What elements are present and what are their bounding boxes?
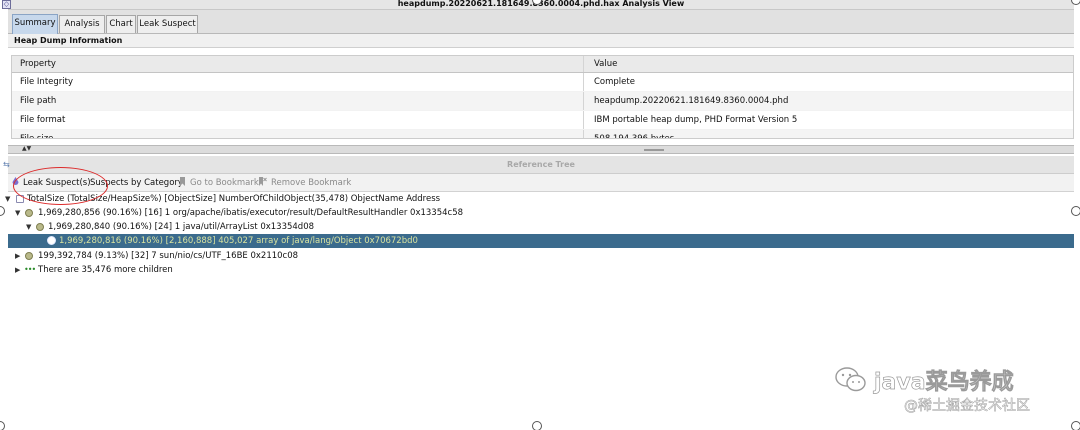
tree-node-label: 1,969,280,840 (90.16%) [24] 1 java/util/… — [48, 222, 315, 232]
tab-bar: Summary Analysis Chart Leak Suspect — [8, 10, 1074, 34]
remove-bookmark-icon — [259, 177, 267, 186]
reference-tree-title: Reference Tree — [507, 160, 575, 169]
tab-leak-suspect[interactable]: Leak Suspect — [137, 15, 198, 33]
object-node-icon — [36, 223, 44, 231]
heap-info-table: Property Value File Integrity Complete F… — [11, 55, 1074, 139]
expand-arrow-icon[interactable]: ▶ — [15, 249, 20, 263]
resize-handle-right[interactable] — [1071, 206, 1080, 216]
property-cell: File format — [12, 111, 584, 129]
resize-handle-bottom[interactable] — [532, 421, 542, 430]
more-dots-icon: ••• — [24, 265, 36, 274]
tree-toolbar: Leak Suspect(s) Suspects by Category Go … — [8, 174, 1074, 192]
collapse-arrows-icon[interactable]: ▲▼ — [22, 145, 31, 152]
suspects-by-category-button[interactable]: Suspects by Category — [90, 174, 183, 192]
go-to-bookmark-button[interactable]: Go to Bookmark — [179, 174, 259, 192]
reference-tree-header: ⇆ Reference Tree — [3, 156, 1074, 174]
tree-node-label: TotalSize (TotalSize/HeapSize%) [ObjectS… — [27, 194, 441, 204]
value-cell: 508,194,396 bytes — [594, 134, 675, 139]
table-row[interactable]: File format IBM portable heap dump, PHD … — [12, 111, 1073, 130]
watermark-source: @稀土掘金技术社区 — [904, 398, 1031, 415]
object-node-icon — [25, 252, 33, 260]
resize-handle-left[interactable] — [0, 206, 5, 216]
tab-summary[interactable]: Summary — [12, 14, 58, 34]
resize-handle-bottom-right[interactable] — [1071, 421, 1080, 430]
expand-arrow-icon[interactable]: ▶ — [15, 263, 20, 277]
resize-handle-bottom-left[interactable] — [0, 421, 5, 430]
property-cell: File path — [12, 92, 584, 110]
go-to-bookmark-label: Go to Bookmark — [190, 178, 259, 188]
tree-node[interactable]: ▼ 1,969,280,856 (90.16%) [16] 1 org/apac… — [8, 206, 1074, 220]
collapse-arrow-icon[interactable]: ▼ — [26, 220, 31, 234]
leak-suspects-button[interactable]: Leak Suspect(s) — [12, 174, 91, 192]
tree-node-root[interactable]: ▼ TotalSize (TotalSize/HeapSize%) [Objec… — [5, 192, 1074, 206]
tree-node-label: 1,969,280,816 (90.16%) [2,160,888] 405,0… — [59, 236, 418, 246]
bookmark-icon — [180, 177, 185, 186]
splitter-grip-icon[interactable] — [644, 149, 664, 151]
tree-node-label: 199,392,784 (9.13%) [32] 7 sun/nio/cs/UT… — [38, 251, 299, 261]
tab-chart[interactable]: Chart — [106, 15, 136, 33]
tree-node[interactable]: ▶ 199,392,784 (9.13%) [32] 7 sun/nio/cs/… — [8, 249, 1074, 263]
root-node-icon — [16, 195, 24, 203]
property-cell: File size — [12, 130, 584, 138]
array-node-icon — [47, 236, 56, 245]
collapse-arrow-icon[interactable]: ▼ — [15, 206, 20, 220]
tree-node-label: There are 35,476 more children — [38, 265, 173, 275]
table-row[interactable]: File path heapdump.20220621.181649.8360.… — [12, 92, 1073, 111]
leak-suspects-label: Leak Suspect(s) — [23, 178, 91, 188]
tree-node-selected[interactable]: 1,969,280,816 (90.16%) [2,160,888] 405,0… — [8, 234, 1074, 248]
property-cell: File Integrity — [12, 73, 584, 91]
table-row[interactable]: File Integrity Complete — [12, 73, 1073, 92]
collapse-arrow-icon[interactable]: ▼ — [5, 192, 10, 206]
column-header-value[interactable]: Value — [584, 56, 1073, 72]
wechat-icon — [835, 367, 866, 392]
tree-node-label: 1,969,280,856 (90.16%) [16] 1 org/apache… — [38, 208, 464, 218]
object-node-icon — [25, 209, 33, 217]
remove-bookmark-button[interactable]: Remove Bookmark — [258, 174, 351, 192]
value-cell: IBM portable heap dump, PHD Format Versi… — [594, 115, 798, 125]
tree-node-more-children[interactable]: ▶ ••• There are 35,476 more children — [8, 263, 1074, 277]
value-cell: heapdump.20220621.181649.8360.0004.phd — [594, 96, 789, 106]
watermark-title: java菜鸟养成 — [874, 370, 1014, 396]
tab-analysis[interactable]: Analysis — [59, 15, 105, 33]
heap-dump-info-title: Heap Dump Information — [8, 34, 1074, 48]
column-header-property[interactable]: Property — [12, 56, 584, 72]
leak-drop-icon — [12, 177, 19, 185]
remove-bookmark-label: Remove Bookmark — [271, 178, 352, 188]
table-row[interactable]: File size 508,194,396 bytes — [12, 130, 1073, 139]
panel-splitter[interactable]: ▲▼ — [8, 145, 1074, 154]
table-header: Property Value — [12, 56, 1073, 73]
tree-node[interactable]: ▼ 1,969,280,840 (90.16%) [24] 1 java/uti… — [8, 220, 1074, 234]
value-cell: Complete — [594, 77, 635, 87]
